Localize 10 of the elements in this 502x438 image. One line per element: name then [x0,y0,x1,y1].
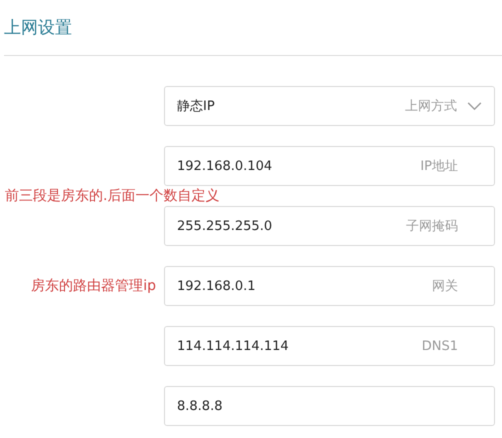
page-title: 上网设置 [3,17,73,40]
input-field[interactable]: 192.168.0.1 网关 [164,266,495,306]
annotation-text: 前三段是房东的.后面一个数自定义 [5,187,220,205]
input-field[interactable]: 255.255.255.0 子网掩码 [164,206,495,246]
select-field[interactable]: 静态IP 上网方式 [164,86,495,126]
input-field[interactable]: 192.168.0.104 IP地址 [164,146,495,186]
input-field[interactable]: 8.8.8.8 [164,386,495,426]
input-field[interactable]: 114.114.114.114 DNS1 [164,326,495,366]
chevron-down-icon [467,102,482,110]
annotation-text: 房东的路由器管理ip [31,277,156,295]
